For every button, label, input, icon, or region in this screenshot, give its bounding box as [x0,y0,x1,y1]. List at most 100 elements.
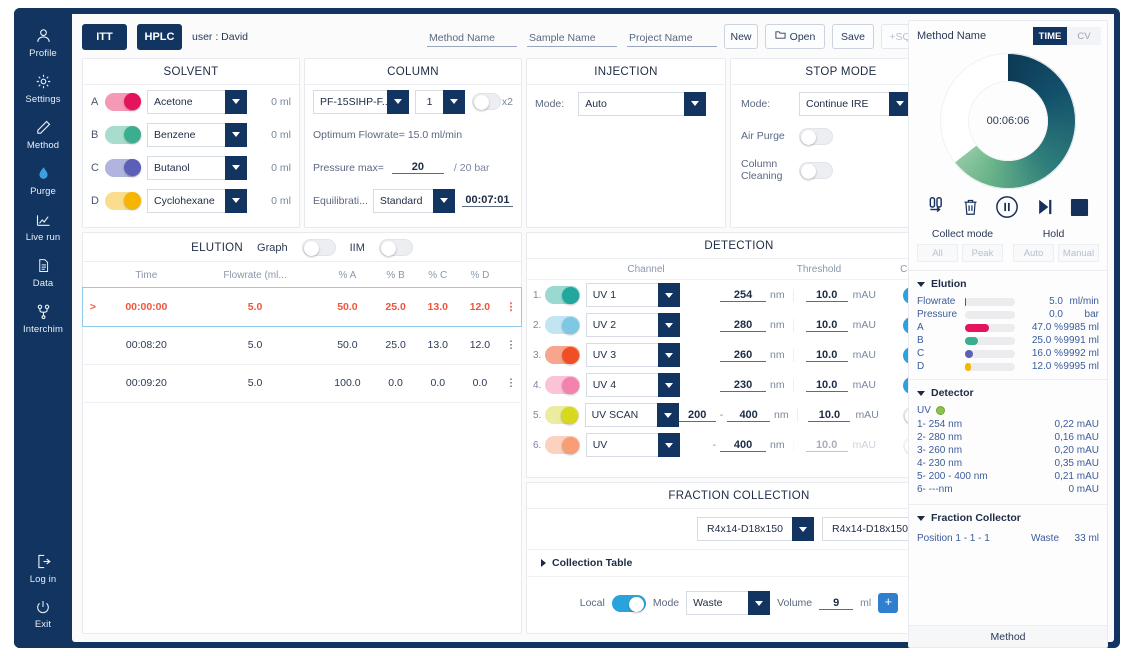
threshold-input[interactable]: 10.0 [808,409,851,422]
wavelength-input[interactable]: 260 [720,349,767,362]
channel-select-6[interactable]: UV [585,433,680,457]
row-flowrate[interactable]: 5.0 [189,288,321,327]
table-row[interactable]: > 00:00:00 5.0 50.0 25.0 13.0 12.0 ⋮ [82,287,522,327]
sidebar-item-exit[interactable]: Exit [14,597,72,630]
air-purge-toggle[interactable] [799,127,833,145]
solvent-select-a[interactable]: Acetone [147,89,247,114]
solvent-toggle-c[interactable] [105,158,141,177]
channel-toggle-5[interactable] [545,406,579,424]
collection-table-toggle[interactable]: Collection Table [527,550,951,577]
sidebar-item-log-in[interactable]: Log in [14,552,72,585]
project-name-input[interactable]: Project Name [627,27,717,47]
row-menu-icon[interactable]: ⋮ [501,364,521,403]
channel-toggle-2[interactable] [545,316,580,334]
pause-icon[interactable] [995,195,1019,224]
threshold-input[interactable]: 10.0 [805,289,848,302]
row-pct-b[interactable]: 25.0 [374,288,417,327]
save-button[interactable]: Save [832,24,874,49]
wavelength-input[interactable]: 400 [720,439,767,452]
wavelength-to-input[interactable]: 400 [727,409,770,422]
tab-hplc[interactable]: HPLC [137,24,182,50]
graph-toggle[interactable] [301,239,336,256]
channel-toggle-6[interactable] [545,436,580,454]
solvent-select-b[interactable]: Benzene [147,122,247,147]
sidebar-item-interchim[interactable]: Interchim [14,302,72,335]
row-time[interactable]: 00:00:00 [103,288,190,327]
row-time[interactable]: 00:09:20 [103,364,190,403]
sample-name-input[interactable]: Sample Name [527,27,617,47]
row-pct-b[interactable]: 0.0 [374,364,417,403]
tab-cv[interactable]: CV [1067,27,1101,45]
method-name-input[interactable]: Method Name [427,27,517,47]
row-pct-a[interactable]: 50.0 [320,288,375,327]
chevron-down-icon[interactable] [387,89,409,114]
hold-auto-button[interactable]: Auto [1013,244,1054,262]
chevron-down-icon[interactable] [748,591,771,615]
threshold-input[interactable]: 10.0 [805,379,848,392]
chevron-down-icon[interactable] [657,343,680,367]
sidebar-item-purge[interactable]: Purge [14,164,72,197]
row-time[interactable]: 00:08:20 [103,326,190,365]
channel-select-5[interactable]: UV SCAN [584,403,679,427]
fraction-collector-accordion-header[interactable]: Fraction Collector [909,504,1107,529]
tab-time[interactable]: TIME [1033,27,1067,45]
tab-itt[interactable]: ITT [82,24,127,50]
threshold-input[interactable]: 10.0 [805,349,848,362]
chevron-down-icon[interactable] [225,155,247,180]
chevron-down-icon[interactable] [657,433,680,457]
channel-toggle-1[interactable] [545,286,580,304]
channel-select-4[interactable]: UV 4 [585,373,680,397]
sidebar-item-profile[interactable]: Profile [14,26,72,59]
row-menu-icon[interactable]: ⋮ [501,288,521,327]
solvent-select-d[interactable]: Cyclohexane [147,188,247,213]
collect-all-button[interactable]: All [917,244,958,262]
row-pct-d[interactable]: 12.0 [458,326,501,365]
skip-next-icon[interactable] [1035,197,1055,222]
hold-manual-button[interactable]: Manual [1058,244,1099,262]
chevron-down-icon[interactable] [684,91,707,116]
solvent-select-c[interactable]: Butanol [147,155,247,180]
chevron-down-icon[interactable] [225,122,247,147]
add-fraction-button[interactable]: + [878,593,899,613]
sidebar-item-live-run[interactable]: Live run [14,210,72,243]
equilibration-time[interactable]: 00:07:01 [461,194,513,207]
row-flowrate[interactable]: 5.0 [189,364,321,403]
channel-select-2[interactable]: UV 2 [585,313,680,337]
chevron-down-icon[interactable] [656,403,679,427]
local-toggle[interactable] [611,594,646,612]
stop-icon[interactable] [1070,198,1089,222]
column-x2-toggle[interactable] [472,93,501,110]
channel-toggle-4[interactable] [545,376,580,394]
row-pct-b[interactable]: 25.0 [374,326,417,365]
row-pct-d[interactable]: 12.0 [458,288,501,327]
column-count-select[interactable]: 1 [415,89,465,114]
detector-accordion-header[interactable]: Detector [909,379,1107,404]
row-menu-icon[interactable]: ⋮ [501,326,521,365]
threshold-input[interactable]: 10.0 [805,319,848,332]
chevron-down-icon[interactable] [443,89,465,114]
solvent-toggle-d[interactable] [105,191,141,210]
table-row[interactable]: 00:09:20 5.0 100.0 0.0 0.0 0.0 ⋮ [83,364,521,403]
collect-tubes-icon[interactable] [927,196,947,223]
equilibration-select[interactable]: Standard [372,188,455,213]
pressure-max-input[interactable]: 20 [391,161,444,174]
solvent-toggle-a[interactable] [105,92,141,111]
row-pct-c[interactable]: 0.0 [416,364,459,403]
fraction-mode-select[interactable]: Waste [686,591,771,615]
method-footer[interactable]: Method [909,625,1107,647]
solvent-toggle-b[interactable] [105,125,141,144]
injection-mode-select[interactable]: Auto [578,91,707,116]
chevron-down-icon[interactable] [657,283,680,307]
chevron-down-icon[interactable] [432,188,455,213]
rack-left-select[interactable]: R4x14-D18x150 [697,517,814,541]
collect-peak-button[interactable]: Peak [962,244,1003,262]
wavelength-input[interactable]: 280 [720,319,767,332]
row-pct-a[interactable]: 50.0 [320,326,375,365]
open-button[interactable]: Open [765,24,825,49]
iim-toggle[interactable] [378,239,413,256]
column-select[interactable]: PF-15SIHP-F... [313,89,409,114]
chevron-down-icon[interactable] [657,373,680,397]
stop-mode-select[interactable]: Continue IRE [799,91,911,116]
column-cleaning-toggle[interactable] [799,161,833,179]
row-pct-a[interactable]: 100.0 [320,364,375,403]
